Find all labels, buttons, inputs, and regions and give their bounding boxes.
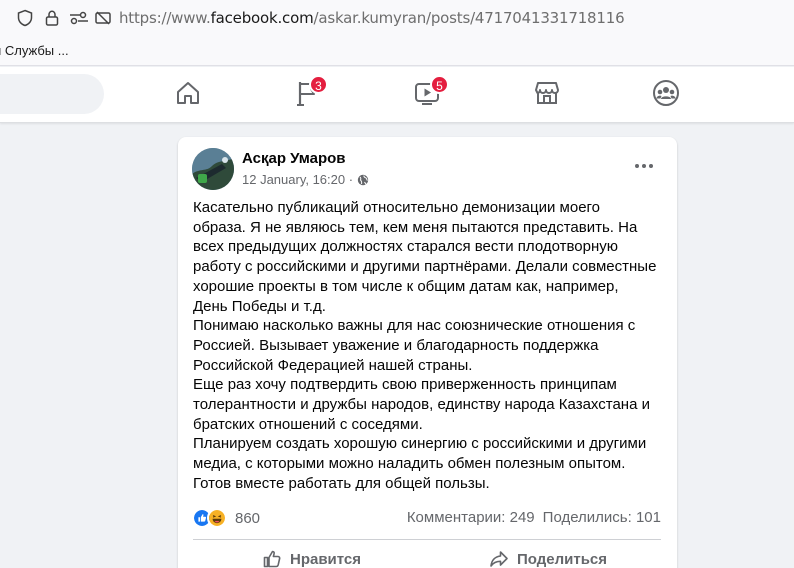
post-text-line: Еще раз хочу подтвердить свою приверженн… — [193, 376, 617, 394]
actions-divider — [193, 539, 661, 540]
shares-count-link[interactable]: Поделились: 101 — [543, 509, 661, 526]
post-text-line: братских отношений с соседями. — [193, 415, 423, 433]
url-prefix: https://www. — [119, 9, 211, 27]
post-meta: 12 January, 16:20 · — [242, 172, 369, 187]
url-path: /askar.kumyran/posts/4717041331718116 — [313, 9, 625, 27]
haha-reaction-icon — [207, 508, 227, 528]
lock-icon[interactable] — [43, 9, 61, 27]
bookmark-item[interactable]: и Службы ... — [0, 43, 69, 58]
url-host: facebook.com — [210, 9, 314, 27]
watch-badge: 5 — [430, 75, 449, 94]
like-button-label: Нравится — [290, 550, 362, 568]
url-text[interactable]: https://www.facebook.com/askar.kumyran/p… — [119, 9, 625, 27]
author-avatar[interactable] — [192, 148, 234, 190]
post-text-line: толерантности и дружбы народов, единству… — [193, 396, 650, 414]
shield-icon[interactable] — [16, 9, 34, 27]
avatar-image — [192, 148, 234, 190]
reactions-summary[interactable]: 860 — [192, 506, 260, 530]
browser-url-bar: https://www.facebook.com/askar.kumyran/p… — [0, 0, 794, 36]
share-arrow-icon — [490, 551, 508, 567]
post-text-line: Россией. Вызывает уважение и благодарнос… — [193, 336, 599, 354]
nav-tab-watch[interactable]: 5 — [413, 75, 449, 107]
globe-icon — [357, 174, 369, 185]
search-input[interactable] — [0, 74, 104, 114]
post-text-line: Готов вместе работать для общей пользы. — [193, 474, 490, 492]
facebook-navbar: 3 5 — [0, 67, 794, 123]
groups-icon[interactable] — [652, 79, 680, 107]
post-more-options-button[interactable] — [630, 155, 658, 177]
share-button[interactable]: Поделиться — [489, 549, 607, 568]
reaction-count: 860 — [235, 509, 261, 527]
marketplace-icon[interactable] — [533, 79, 561, 107]
camera-blocked-icon[interactable] — [94, 9, 112, 27]
post-card: Асқар Умаров 12 January, 16:20 · Касател… — [178, 137, 677, 568]
post-text-line: Российской Федерацией нашей страны. — [193, 356, 473, 374]
post-text-line: всех предыдущих должностях старался вест… — [193, 238, 619, 256]
comments-count-link[interactable]: Комментарии: 249 — [407, 509, 535, 526]
post-stats: Комментарии: 249 Поделились: 101 — [407, 509, 661, 526]
thumbs-up-icon — [263, 550, 281, 568]
permissions-icon[interactable] — [68, 9, 90, 27]
post-author-name[interactable]: Асқар Умаров — [242, 150, 346, 167]
nav-tab-pages[interactable]: 3 — [294, 75, 328, 107]
post-text-line: Планируем создать хорошую синергию с рос… — [193, 435, 647, 453]
share-button-label: Поделиться — [517, 550, 608, 568]
post-text-line: работу с российскими и другими партнёрам… — [193, 258, 657, 276]
post-text-line: Понимаю насколько важны для нас союзниче… — [193, 317, 636, 335]
post-timestamp[interactable]: 12 January, 16:20 · — [242, 172, 353, 187]
post-text-line: медиа, с которыми можно наладить обмен п… — [193, 455, 626, 473]
home-icon[interactable] — [174, 79, 202, 107]
post-text-line: образа. Я не являюсь тем, кем меня пытаю… — [193, 218, 638, 236]
post-body: Касательно публикаций относительно демон… — [193, 198, 671, 494]
pages-badge: 3 — [309, 75, 328, 94]
post-text-line: Касательно публикаций относительно демон… — [193, 199, 601, 216]
like-button[interactable]: Нравится — [262, 549, 361, 568]
post-text-line: День Победы и т.д. — [193, 297, 326, 315]
bookmarks-bar: и Службы ... — [0, 36, 794, 66]
post-text-line: хорошие проекты в том числе к общим дата… — [193, 277, 619, 295]
